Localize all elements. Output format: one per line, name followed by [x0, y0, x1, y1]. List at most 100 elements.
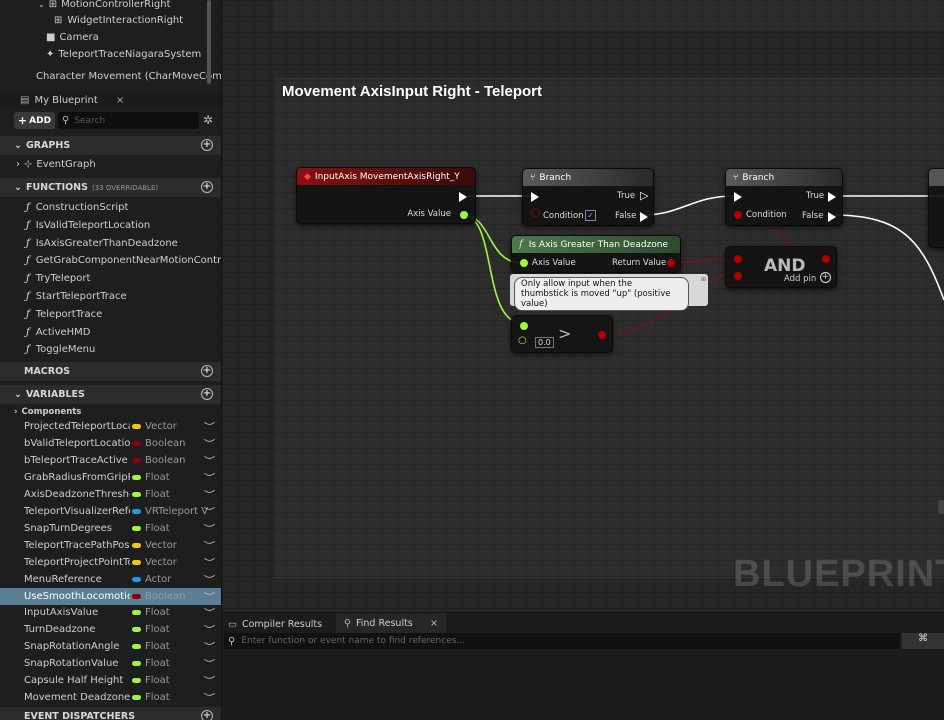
chevron-down-icon[interactable]: ⌄	[38, 0, 45, 9]
section-macros[interactable]: MACROS +	[0, 362, 221, 381]
variable-item[interactable]: TeleportTracePathPositic Vector ︶	[0, 537, 221, 554]
variable-item[interactable]: Movement Deadzone Float ︶	[0, 689, 221, 706]
axis-value-pin[interactable]	[460, 211, 468, 219]
tree-scrollbar[interactable]	[207, 0, 211, 84]
section-event-dispatchers[interactable]: EVENT DISPATCHERS +	[0, 707, 221, 720]
and-in-pin-b[interactable]	[734, 272, 742, 280]
component-item[interactable]: ■ Camera	[0, 29, 221, 46]
component-item[interactable]: ✦ TeleportTraceNiagaraSystem	[0, 46, 221, 63]
and-in-pin-a[interactable]	[734, 255, 742, 263]
graph-editor[interactable]: Movement AxisInput Right - Teleport ◆ In…	[222, 0, 944, 612]
variable-item[interactable]: SnapRotationAngle Float ︶	[0, 638, 221, 655]
true-pin[interactable]	[828, 192, 836, 202]
add-macro-icon[interactable]: +	[201, 365, 213, 377]
false-pin[interactable]	[640, 212, 648, 222]
component-item[interactable]: Character Movement (CharMoveComp	[0, 68, 221, 85]
variable-item[interactable]: GrabRadiusFromGripPos Float ︶	[0, 469, 221, 486]
variable-item[interactable]: TurnDeadzone Float ︶	[0, 621, 221, 638]
variable-item[interactable]: UseSmoothLocomotion Boolean ︶	[0, 587, 221, 605]
visibility-icon[interactable]: ︶	[204, 673, 215, 689]
my-blueprint-tab[interactable]: ▤ My Blueprint ×	[0, 91, 221, 109]
function-item[interactable]: ƒ GetGrabComponentNearMotionControllerG	[0, 252, 221, 269]
variable-item[interactable]: MenuReference Actor ︶	[0, 571, 221, 588]
find-input[interactable]: Enter function or event name to find ref…	[241, 636, 465, 646]
visibility-icon[interactable]: ︶	[204, 504, 215, 520]
add-variable-icon[interactable]: +	[201, 388, 213, 400]
visibility-icon[interactable]: ︶	[204, 470, 215, 486]
add-graph-icon[interactable]: +	[201, 139, 213, 151]
condition-pin[interactable]: ◯	[531, 208, 541, 218]
b-pin[interactable]: ○	[518, 335, 527, 346]
visibility-icon[interactable]: ︶	[204, 487, 215, 503]
variable-item[interactable]: TeleportProjectPointToN: Vector ︶	[0, 554, 221, 571]
variable-item[interactable]: SnapTurnDegrees Float ︶	[0, 520, 221, 537]
close-icon[interactable]: ×	[116, 95, 124, 106]
condition-checkbox[interactable]: ✓	[585, 210, 596, 221]
search-box[interactable]: ⚲ Search	[58, 112, 199, 129]
is-axis-greater-node[interactable]: f Is Axis Greater Than Deadzone Axis Val…	[511, 235, 681, 273]
chevron-right-icon[interactable]: ›	[14, 407, 18, 417]
add-function-icon[interactable]: +	[201, 181, 213, 193]
add-pin-icon[interactable]: +	[820, 272, 831, 283]
add-pin-label[interactable]: Add pin	[784, 274, 816, 284]
axis-value-in-pin[interactable]	[520, 259, 528, 267]
visibility-icon[interactable]: ︶	[204, 436, 215, 452]
result-pin[interactable]	[598, 331, 606, 339]
find-search-box[interactable]: ⚲ Enter function or event name to find r…	[224, 633, 900, 649]
variable-item[interactable]: bTeleportTraceActive Boolean ︶	[0, 452, 221, 469]
and-node[interactable]: AND Add pin +	[725, 246, 837, 288]
function-item[interactable]: ƒ ActiveHMD	[0, 324, 221, 341]
and-out-pin[interactable]	[822, 255, 830, 263]
visibility-icon[interactable]: ︶	[204, 572, 215, 588]
visibility-icon[interactable]: ︶	[204, 690, 215, 706]
visibility-icon[interactable]: ︶	[204, 521, 215, 537]
graph-item[interactable]: › ⊹ EventGraph	[0, 156, 221, 173]
visibility-icon[interactable]: ︶	[204, 639, 215, 655]
function-item[interactable]: ƒ ConstructionScript	[0, 199, 221, 216]
add-button[interactable]: + ADD	[14, 112, 55, 129]
tab-compiler-results[interactable]: ▭ Compiler Results	[228, 615, 322, 633]
section-graphs[interactable]: ⌄ GRAPHS +	[0, 136, 221, 155]
function-item[interactable]: ƒ TryTeleport	[0, 270, 221, 287]
branch-node[interactable]: ⑂ Branch True Condition False	[725, 168, 843, 226]
section-functions[interactable]: ⌄ FUNCTIONS (33 OVERRIDABLE) +	[0, 178, 221, 197]
find-global-button[interactable]: ⌘	[902, 633, 944, 649]
visibility-icon[interactable]: ︶	[204, 605, 215, 621]
true-pin-outline[interactable]: ▷	[640, 189, 648, 202]
gear-icon[interactable]: ✲	[203, 113, 213, 127]
function-item[interactable]: ƒ IsValidTeleportLocation	[0, 217, 221, 234]
a-pin[interactable]	[520, 322, 528, 330]
input-axis-node[interactable]: ◆ InputAxis MovementAxisRight_Y Axis Val…	[296, 167, 476, 224]
function-item[interactable]: ƒ TeleportTrace	[0, 306, 221, 323]
variable-item[interactable]: ProjectedTeleportLocatio Vector ︶	[0, 418, 221, 435]
variable-item[interactable]: Capsule Half Height Float ︶	[0, 672, 221, 689]
visibility-icon[interactable]: ︶	[204, 555, 215, 571]
function-item[interactable]: ƒ StartTeleportTrace	[0, 288, 221, 305]
visibility-icon[interactable]: ︶	[204, 589, 215, 605]
branch-node[interactable]: ⑂ Branch True ▷ ◯ Condition ✓ False	[522, 168, 654, 226]
variable-item[interactable]: SnapRotationValue Float ︶	[0, 655, 221, 672]
offscreen-node[interactable]	[928, 168, 944, 248]
b-value-input[interactable]: 0.0	[535, 337, 554, 348]
exec-in-pin[interactable]	[531, 192, 539, 202]
condition-pin[interactable]	[734, 211, 742, 219]
variable-item[interactable]: bValidTeleportLocation Boolean ︶	[0, 435, 221, 452]
return-value-pin[interactable]	[667, 259, 675, 267]
false-pin[interactable]	[828, 212, 836, 222]
chevron-down-icon[interactable]: ⌄	[14, 182, 22, 193]
visibility-icon[interactable]: ︶	[204, 419, 215, 435]
visibility-icon[interactable]: ︶	[204, 538, 215, 554]
tab-find-results[interactable]: ⚲ Find Results ×	[336, 613, 446, 633]
section-variables[interactable]: ⌄ VARIABLES +	[0, 385, 221, 404]
greater-than-node[interactable]: ○ 0.0 >	[511, 315, 613, 353]
chevron-right-icon[interactable]: ›	[16, 159, 20, 170]
search-input[interactable]: Search	[74, 116, 105, 126]
component-item[interactable]: ⊞ WidgetInteractionRight	[0, 12, 221, 29]
visibility-icon[interactable]: ︶	[204, 453, 215, 469]
node-comment-bubble[interactable]: Only allow input when the thumbstick is …	[510, 274, 708, 311]
exec-in-pin[interactable]	[734, 192, 742, 202]
visibility-icon[interactable]: ︶	[204, 656, 215, 672]
variable-item[interactable]: AxisDeadzoneThreshold Float ︶	[0, 486, 221, 503]
exec-out-pin[interactable]	[459, 192, 467, 202]
close-icon[interactable]: ×	[430, 618, 438, 629]
